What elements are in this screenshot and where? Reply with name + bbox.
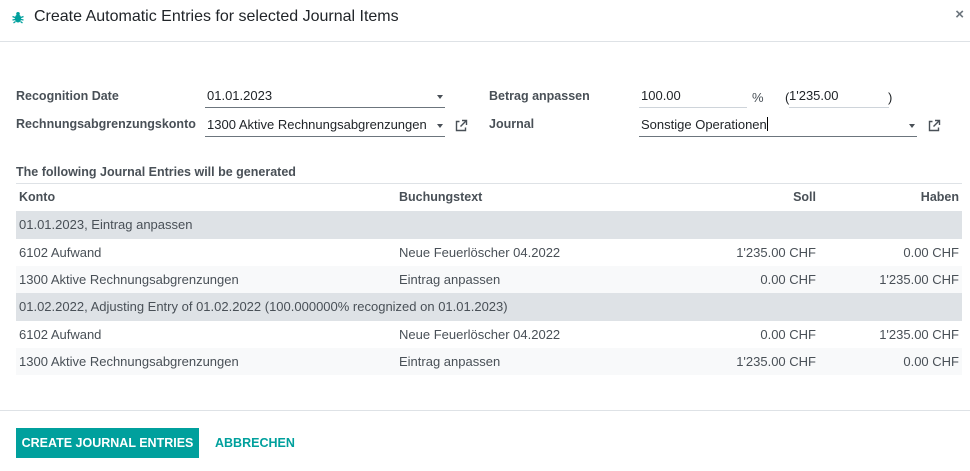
table-row: 1300 Aktive Rechnungsabgrenzungen Eintra…	[16, 265, 962, 293]
table-row: 6102 Aufwand Neue Feuerlöscher 04.2022 0…	[16, 321, 962, 348]
account-value: 1300 Aktive Rechnungsabgrenzungen	[207, 117, 427, 132]
cell-debit: 1'235.00 CHF	[736, 244, 816, 260]
table-row: 1300 Aktive Rechnungsabgrenzungen Eintra…	[16, 347, 962, 375]
cell-label: Neue Feuerlöscher 04.2022	[399, 326, 561, 342]
journal-entries-table: Konto Buchungstext Soll Haben 01.01.2023…	[16, 183, 962, 375]
column-header-label: Buchungstext	[396, 183, 716, 211]
percent-sign: %	[752, 90, 764, 105]
chevron-down-icon	[909, 124, 915, 128]
dialog-footer: CREATE JOURNAL ENTRIES ABBRECHEN	[0, 410, 970, 471]
cell-label: Neue Feuerlöscher 04.2022	[399, 244, 561, 260]
external-link-icon[interactable]	[927, 119, 941, 133]
percentage-input[interactable]: 100.00	[639, 86, 747, 108]
entry-group-row: 01.02.2022, Adjusting Entry of 01.02.202…	[16, 292, 962, 321]
percentage-value: 100.00	[641, 88, 681, 103]
journal-value: Sonstige Operationen	[641, 117, 767, 132]
cell-label: Eintrag anpassen	[396, 347, 716, 375]
cell-credit: 0.00 CHF	[819, 347, 962, 375]
recognition-date-label: Recognition Date	[16, 89, 119, 103]
amount-input[interactable]: 1'235.00	[789, 86, 889, 108]
cell-credit: 1'235.00 CHF	[879, 326, 959, 342]
cancel-button[interactable]: ABBRECHEN	[208, 428, 302, 458]
cell-debit: 1'235.00 CHF	[716, 347, 819, 375]
entry-group-title: 01.02.2022, Adjusting Entry of 01.02.202…	[16, 292, 962, 321]
bug-icon	[12, 12, 24, 24]
text-cursor	[766, 117, 768, 131]
cell-debit: 0.00 CHF	[716, 265, 819, 293]
cell-label: Eintrag anpassen	[396, 265, 716, 293]
account-label: Rechnungsabgrenzungskonto	[16, 117, 196, 131]
table-header-row: Konto Buchungstext Soll Haben	[16, 183, 962, 211]
recognition-date-field[interactable]: 01.01.2023	[205, 86, 445, 108]
cell-account: 1300 Aktive Rechnungsabgrenzungen	[16, 347, 396, 375]
journal-label: Journal	[489, 117, 535, 131]
percentage-label: Betrag anpassen	[489, 89, 590, 103]
amount-paren-close: )	[888, 90, 893, 105]
dialog-header: Create Automatic Entries for selected Jo…	[0, 0, 970, 42]
entry-group-title: 01.01.2023, Eintrag anpassen	[16, 210, 962, 239]
journal-field[interactable]: Sonstige Operationen	[639, 115, 917, 137]
cell-account: 6102 Aufwand	[19, 244, 102, 260]
chevron-down-icon	[437, 124, 443, 128]
cell-credit: 0.00 CHF	[903, 244, 959, 260]
create-journal-entries-button[interactable]: CREATE JOURNAL ENTRIES	[16, 428, 199, 458]
cell-debit: 0.00 CHF	[760, 326, 816, 342]
entry-group-row: 01.01.2023, Eintrag anpassen	[16, 210, 962, 239]
entries-section-title: The following Journal Entries will be ge…	[16, 165, 296, 179]
cell-credit: 1'235.00 CHF	[819, 265, 962, 293]
table-row: 6102 Aufwand Neue Feuerlöscher 04.2022 1…	[16, 239, 962, 266]
close-button[interactable]: ×	[955, 6, 964, 23]
account-field[interactable]: 1300 Aktive Rechnungsabgrenzungen	[205, 115, 445, 137]
column-header-credit: Haben	[819, 183, 962, 211]
external-link-icon[interactable]	[454, 119, 468, 133]
dialog-title: Create Automatic Entries for selected Jo…	[34, 8, 399, 25]
chevron-down-icon	[437, 95, 443, 99]
cell-account: 1300 Aktive Rechnungsabgrenzungen	[16, 265, 396, 293]
column-header-account: Konto	[16, 183, 396, 211]
recognition-date-value: 01.01.2023	[207, 88, 273, 103]
cell-account: 6102 Aufwand	[19, 326, 102, 342]
column-header-debit: Soll	[716, 183, 819, 211]
amount-value: 1'235.00	[789, 88, 839, 103]
